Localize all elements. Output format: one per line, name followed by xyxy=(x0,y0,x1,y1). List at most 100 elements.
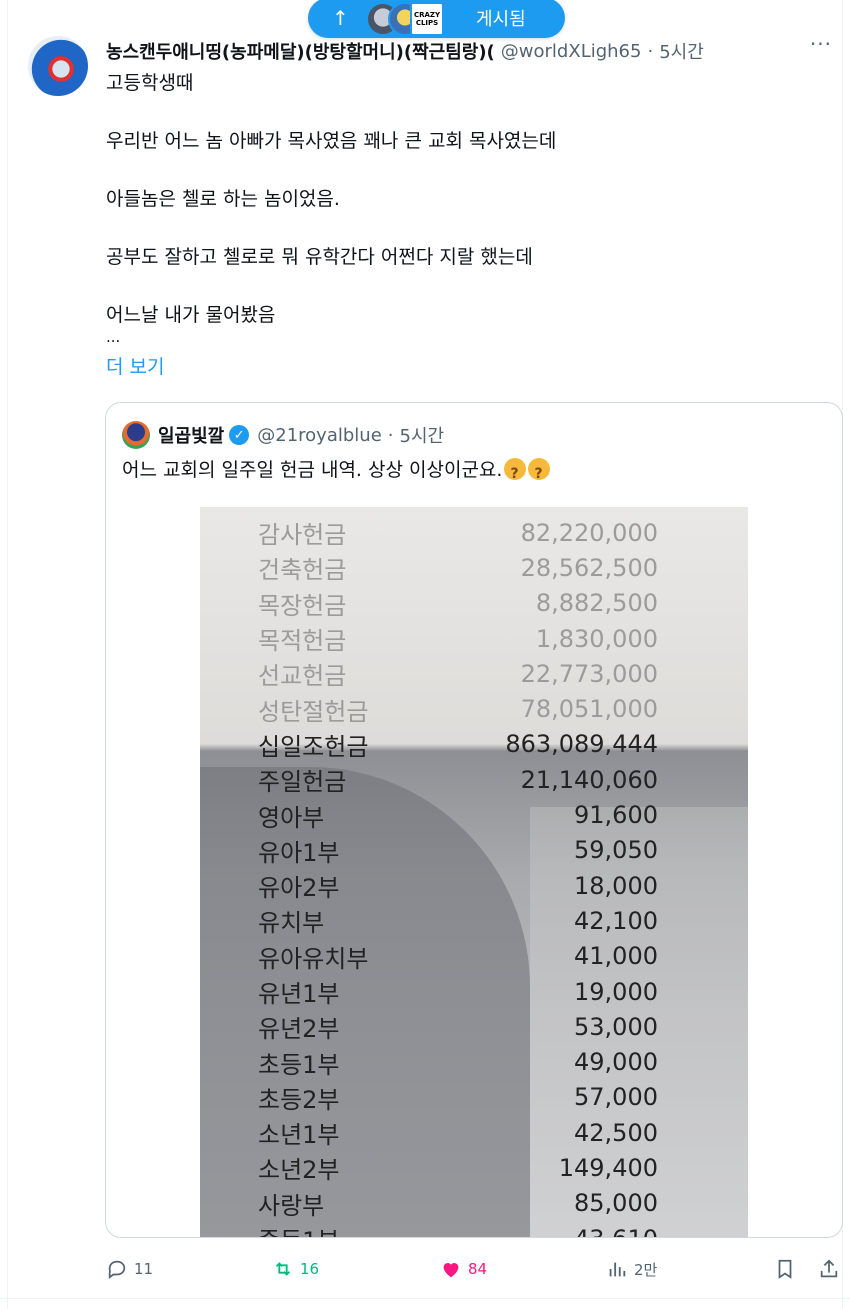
post-paragraph: 어느날 내가 물어봤음 xyxy=(106,304,276,326)
receipt-rows: 감사헌금 82,220,000 건축헌금 28,562,500 목장헌금 8,882,50… xyxy=(258,515,658,1237)
receipt-row: 유년1부 19,000 xyxy=(258,974,658,1009)
quoted-author-handle: @21royalblue xyxy=(257,424,382,446)
receipt-row: 목장헌금 8,882,500 xyxy=(258,586,658,621)
post-divider xyxy=(0,1298,850,1299)
receipt-amount: 85,000 xyxy=(574,1189,658,1218)
post-timestamp[interactable]: 5시간 xyxy=(659,38,704,64)
timeline-border-left xyxy=(7,0,8,1309)
new-posts-pill[interactable]: ↑ CRAZY CLIPS 게시됨 xyxy=(308,0,565,38)
receipt-amount: 42,500 xyxy=(574,1118,658,1147)
reply-count: 11 xyxy=(134,1260,154,1278)
receipt-amount: 78,051,000 xyxy=(520,695,658,724)
receipt-label: 초등1부 xyxy=(258,1050,340,1079)
post-paragraph: 고등학생때 xyxy=(106,72,194,94)
receipt-row: 유아2부 18,000 xyxy=(258,868,658,903)
post-body: 고등학생때 우리반 어느 놈 아빠가 목사였음 꽤나 큰 교회 목사였는데 아들… xyxy=(106,68,826,382)
quoted-post-card[interactable]: 일곱빛깔 ✓ @21royalblue · 5시간 어느 교회의 일주일 헌금 … xyxy=(105,402,843,1238)
receipt-row: 유치부 42,100 xyxy=(258,903,658,938)
receipt-label: 유년1부 xyxy=(258,980,340,1008)
receipt-row: 성탄절헌금 78,051,000 xyxy=(258,691,658,726)
receipt-amount: 149,400 xyxy=(558,1153,658,1182)
receipt-label: 선교헌금 xyxy=(258,662,347,691)
receipt-photo[interactable]: 감사헌금 82,220,000 건축헌금 28,562,500 목장헌금 8,882,50… xyxy=(200,507,748,1237)
reply-icon xyxy=(108,1260,126,1279)
receipt-label: 목장헌금 xyxy=(258,591,347,620)
author-avatar[interactable] xyxy=(28,36,88,96)
receipt-amount: 43,610 xyxy=(574,1225,658,1237)
receipt-amount: 41,000 xyxy=(574,942,658,971)
receipt-row: 소년1부 42,500 xyxy=(258,1115,658,1150)
receipt-label: 유아1부 xyxy=(258,838,340,867)
receipt-row: 유아유치부 41,000 xyxy=(258,939,658,974)
receipt-label: 소년2부 xyxy=(258,1156,340,1185)
receipt-amount: 19,000 xyxy=(574,977,658,1006)
receipt-amount: 1,830,000 xyxy=(535,624,658,653)
receipt-row: 초등2부 57,000 xyxy=(258,1080,658,1115)
receipt-label: 성탄절헌금 xyxy=(258,697,369,726)
share-button[interactable] xyxy=(818,1258,840,1280)
post-header: 농스캔두애니띵(농파메달)(방탕할머니)(짝근팀랑)( @worldXLigh6… xyxy=(106,32,842,64)
quoted-post-timestamp: 5시간 xyxy=(399,426,445,447)
receipt-row: 초등1부 49,000 xyxy=(258,1044,658,1079)
like-button[interactable]: 84 xyxy=(440,1258,487,1280)
receipt-label: 십일조헌금 xyxy=(258,732,369,761)
post-actions: 11 16 84 2만 xyxy=(106,1258,846,1282)
author-handle[interactable]: @worldXLigh65 xyxy=(501,41,642,62)
like-count: 84 xyxy=(468,1260,488,1278)
repost-icon xyxy=(275,1262,291,1276)
receipt-row: 소년2부 149,400 xyxy=(258,1150,658,1185)
post-paragraph: 우리반 어느 놈 아빠가 목사였음 꽤나 큰 교회 목사였는데 xyxy=(106,130,557,152)
receipt-amount: 53,000 xyxy=(574,1012,658,1041)
receipt-label: 사랑부 xyxy=(258,1191,325,1220)
avatar-logo-text: CLIPS xyxy=(415,19,439,27)
separator-dot: · xyxy=(647,40,654,62)
receipt-amount: 59,050 xyxy=(574,836,658,865)
receipt-amount: 22,773,000 xyxy=(520,659,658,688)
avatar: CRAZY CLIPS xyxy=(410,2,444,36)
receipt-row: 중등1부 43,610 xyxy=(258,1221,658,1237)
receipt-amount: 57,000 xyxy=(574,1083,658,1112)
views-button[interactable]: 2만 xyxy=(606,1258,657,1280)
thinking-face-icon xyxy=(528,458,551,489)
receipt-row: 사랑부 85,000 xyxy=(258,1186,658,1221)
receipt-row: 십일조헌금 863,089,444 xyxy=(258,727,658,762)
receipt-amount: 18,000 xyxy=(574,871,658,900)
receipt-row: 영아부 91,600 xyxy=(258,797,658,832)
thinking-face-icon xyxy=(504,458,527,489)
bookmark-button[interactable] xyxy=(774,1258,796,1280)
receipt-row: 목적헌금 1,830,000 xyxy=(258,621,658,656)
receipt-label: 건축헌금 xyxy=(258,556,347,585)
receipt-label: 소년1부 xyxy=(258,1121,340,1150)
author-display-name[interactable]: 농스캔두애니띵(농파메달)(방탕할머니)(짝근팀랑)( xyxy=(106,38,495,64)
receipt-row: 건축헌금 28,562,500 xyxy=(258,550,658,585)
more-options-icon[interactable]: ··· xyxy=(810,32,832,56)
reply-button[interactable]: 11 xyxy=(106,1258,153,1280)
post-paragraph: 공부도 잘하고 첼로로 뭐 유학간다 어쩐다 지랄 했는데 xyxy=(106,246,533,268)
bookmark-icon xyxy=(778,1259,792,1279)
receipt-label: 중등1부 xyxy=(258,1221,340,1237)
receipt-row: 유년2부 53,000 xyxy=(258,1009,658,1044)
quoted-author-name: 일곱빛깔 xyxy=(158,426,225,447)
post-paragraph: 아들놈은 첼로 하는 놈이었음. xyxy=(106,188,340,210)
separator-dot: · xyxy=(387,424,394,446)
receipt-label: 유아2부 xyxy=(258,874,340,903)
receipt-row: 선교헌금 22,773,000 xyxy=(258,656,658,691)
receipt-row: 감사헌금 82,220,000 xyxy=(258,515,658,550)
receipt-amount: 91,600 xyxy=(574,801,658,830)
receipt-amount: 49,000 xyxy=(574,1048,658,1077)
truncation-ellipsis: ... xyxy=(106,328,121,346)
repost-button[interactable]: 16 xyxy=(272,1258,319,1280)
view-count: 2만 xyxy=(634,1260,658,1279)
receipt-amount: 28,562,500 xyxy=(520,553,658,582)
share-icon xyxy=(820,1259,838,1278)
new-posts-avatars: CRAZY CLIPS xyxy=(366,0,470,36)
avatar-logo-text: CRAZY xyxy=(413,11,441,19)
quoted-author-avatar xyxy=(122,421,150,449)
receipt-label: 감사헌금 xyxy=(258,521,347,550)
show-more-link[interactable]: 더 보기 xyxy=(106,352,164,382)
receipt-amount: 21,140,060 xyxy=(520,765,658,794)
quoted-post-header: 일곱빛깔 ✓ @21royalblue · 5시간 xyxy=(122,421,444,449)
repost-count: 16 xyxy=(300,1260,320,1278)
receipt-label: 유치부 xyxy=(258,909,325,938)
quoted-post-text-content: 어느 교회의 일주일 헌금 내역. 상상 이상이군요. xyxy=(122,459,503,481)
